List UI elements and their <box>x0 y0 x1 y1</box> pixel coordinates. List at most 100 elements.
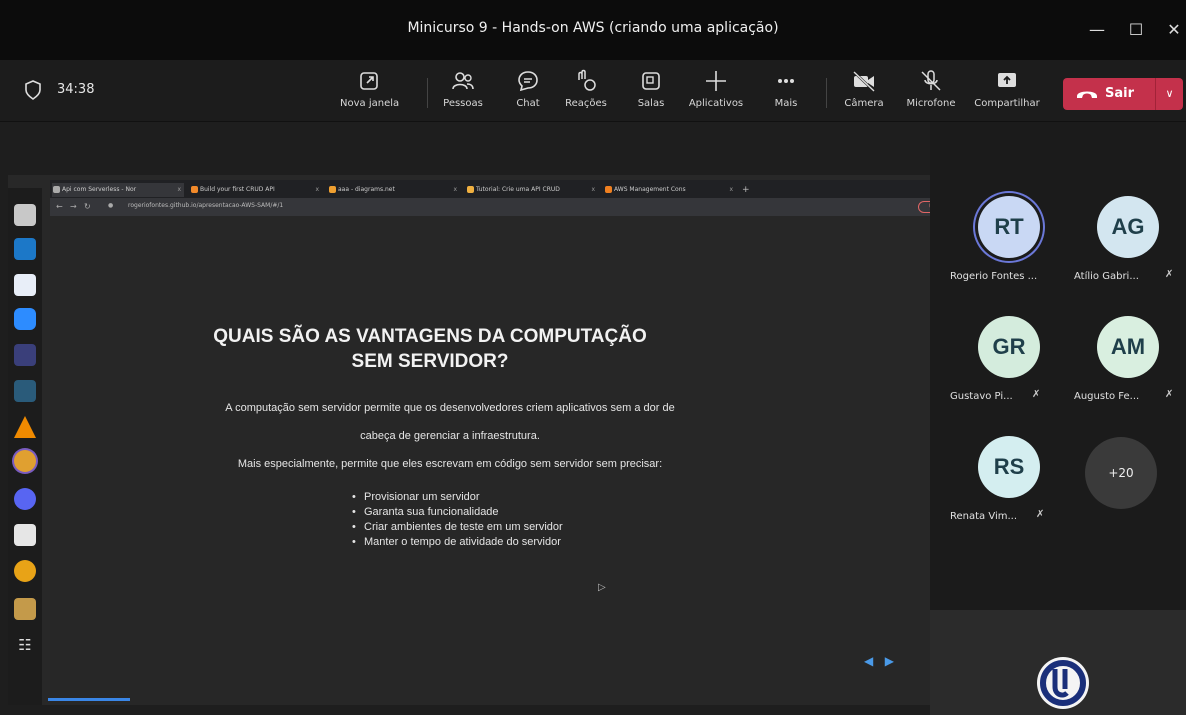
mic-muted-icon: ✗ <box>1165 269 1174 280</box>
next-slide-icon[interactable]: ▶ <box>885 654 894 668</box>
address-url[interactable]: rogeriofontes.github.io/apresentacao-AWS… <box>128 202 283 209</box>
browser-address-bar: ← → ↻ ● rogeriofontes.github.io/apresent… <box>50 198 962 216</box>
participant-name: Rogerio Fontes ... <box>950 271 1038 282</box>
close-button[interactable]: ✕ <box>1162 18 1186 42</box>
mic-muted-icon: ✗ <box>1036 509 1045 520</box>
toolbar-divider <box>427 78 428 108</box>
slide-title: QUAIS SÃO AS VANTAGENS DA COMPUTAÇÃO SEM… <box>213 326 647 372</box>
reactions-icon <box>578 69 596 91</box>
new-window-label: Nova janela <box>340 98 400 109</box>
browser-tab-label: AWS Management Cons <box>614 186 686 193</box>
favicon-icon <box>329 186 336 193</box>
show-apps-icon[interactable]: ☷ <box>14 634 36 656</box>
text-editor-icon[interactable] <box>14 274 36 296</box>
discord-icon[interactable] <box>14 488 36 510</box>
camera-button[interactable]: Câmera <box>842 68 886 118</box>
microphone-off-icon <box>921 70 941 91</box>
mic-muted-icon: ✗ <box>1032 389 1041 400</box>
close-tab-icon[interactable]: x <box>315 183 319 197</box>
people-icon <box>452 72 474 90</box>
camera-label: Câmera <box>844 98 884 109</box>
reload-icon[interactable]: ↻ <box>84 202 91 211</box>
chrome-icon[interactable] <box>14 450 36 472</box>
reactions-button[interactable]: Reações <box>562 68 610 118</box>
participant-tile[interactable]: AG Atílio Gabri... ✗ <box>1069 196 1186 316</box>
participant-name: Gustavo Pi... <box>950 391 1013 402</box>
people-button[interactable]: Pessoas <box>440 68 486 118</box>
vlc-icon[interactable] <box>14 416 36 438</box>
avatar: AM <box>1097 316 1159 378</box>
rooms-icon <box>642 72 660 90</box>
avatar: GR <box>978 316 1040 378</box>
shield-icon <box>25 80 41 100</box>
camera-off-icon <box>853 71 875 92</box>
participant-tile[interactable]: RS Renata Vim... ✗ <box>950 436 1070 556</box>
intellij-icon[interactable] <box>14 344 36 366</box>
vscode-icon[interactable] <box>14 238 36 260</box>
rooms-button[interactable]: Salas <box>630 68 672 118</box>
chat-label: Chat <box>516 98 540 109</box>
slide-paragraph: Mais especialmente, permite que eles esc… <box>237 458 663 470</box>
participant-name: Renata Vim... <box>950 511 1018 522</box>
more-participants-button[interactable]: +20 <box>1085 437 1157 509</box>
share-screen-icon <box>998 73 1016 87</box>
network-icon[interactable] <box>14 380 36 402</box>
new-tab-icon[interactable]: + <box>742 183 756 197</box>
avatar: AG <box>1097 196 1159 258</box>
share-button[interactable]: Compartilhar <box>970 68 1044 118</box>
new-window-button[interactable]: Nova janela <box>340 68 400 118</box>
favicon-icon <box>191 186 198 193</box>
close-tab-icon[interactable]: x <box>453 183 457 197</box>
browser-tab-label: Build your first CRUD API <box>200 186 275 193</box>
rooms-label: Salas <box>637 98 665 109</box>
favicon-icon <box>605 186 612 193</box>
leave-button[interactable]: Sair ∨ <box>1063 78 1183 110</box>
chevron-down-icon[interactable]: ∨ <box>1156 78 1183 110</box>
mouse-cursor-icon: ▷ <box>598 582 606 593</box>
close-tab-icon[interactable]: x <box>729 183 733 197</box>
favicon-icon <box>467 186 474 193</box>
window-title: Minicurso 9 - Hands-on AWS (criando uma … <box>407 20 779 36</box>
browser-tab[interactable]: Tutorial: Crie uma API CRUD x <box>466 183 598 197</box>
close-tab-icon[interactable]: x <box>177 183 181 197</box>
zoom-icon[interactable] <box>14 308 36 330</box>
browser-tab[interactable]: Api com Serverless - Nor x <box>52 183 184 197</box>
browser-tab[interactable]: AWS Management Cons x <box>604 183 736 197</box>
app-icon-generic[interactable] <box>14 524 36 546</box>
app-icon-files[interactable] <box>14 204 36 226</box>
reactions-label: Reações <box>565 98 607 109</box>
browser-tab[interactable]: aaa - diagrams.net x <box>328 183 460 197</box>
browser-tab-label: Tutorial: Crie uma API CRUD <box>476 186 560 193</box>
archive-icon[interactable] <box>14 598 36 620</box>
back-icon[interactable]: ← <box>56 202 63 211</box>
close-tab-icon[interactable]: x <box>591 183 595 197</box>
maximize-button[interactable]: ☐ <box>1124 18 1148 42</box>
slide-paragraph: A computação sem servidor permite que os… <box>225 402 675 414</box>
share-label: Compartilhar <box>974 98 1040 109</box>
mic-muted-icon: ✗ <box>1165 389 1174 400</box>
participant-tile[interactable]: RT Rogerio Fontes ... <box>950 196 1070 316</box>
chat-button[interactable]: Chat <box>508 68 548 118</box>
browser-tab-strip: Api com Serverless - Nor x Build your fir… <box>50 180 930 198</box>
participant-name: Augusto Fe... <box>1074 391 1140 402</box>
minimize-button[interactable]: — <box>1085 18 1109 42</box>
previous-slide-icon[interactable]: ◀ <box>864 654 873 668</box>
title-bar: Minicurso 9 - Hands-on AWS (criando uma … <box>0 0 1186 60</box>
apps-button[interactable]: Aplicativos <box>685 68 747 118</box>
browser-icon[interactable] <box>14 560 36 582</box>
forward-icon[interactable]: → <box>70 202 77 211</box>
toolbar-divider <box>826 78 827 108</box>
slide-navigation: ◀ ▶ <box>864 654 894 668</box>
participant-tile[interactable]: GR Gustavo Pi... ✗ <box>950 316 1070 436</box>
progress-bar <box>48 698 130 701</box>
more-button[interactable]: Mais <box>766 68 806 118</box>
browser-tab[interactable]: Build your first CRUD API x <box>190 183 322 197</box>
avatar: RT <box>978 196 1040 258</box>
avatar: RS <box>978 436 1040 498</box>
microphone-button[interactable]: Microfone <box>900 68 962 118</box>
browser-tab-label: Api com Serverless - Nor <box>62 186 137 193</box>
meeting-timer: 34:38 <box>57 82 95 97</box>
list-item: Manter o tempo de atividade do servidor <box>350 535 563 550</box>
participant-tile[interactable]: AM Augusto Fe... ✗ <box>1069 316 1186 436</box>
people-label: Pessoas <box>443 98 483 109</box>
